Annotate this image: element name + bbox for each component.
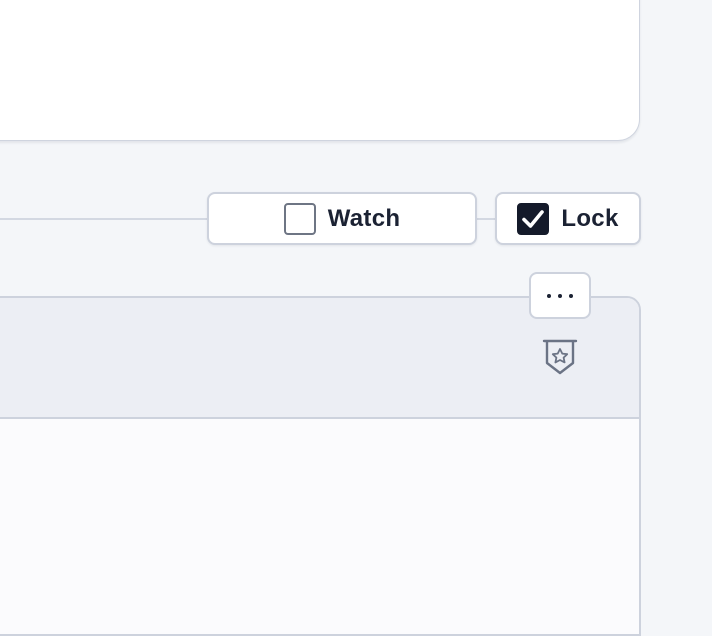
watch-label: Watch — [327, 204, 401, 232]
watch-checkbox[interactable] — [283, 202, 316, 235]
checkmark-icon — [522, 209, 545, 228]
lock-checkbox[interactable] — [517, 202, 550, 235]
top-card — [0, 0, 640, 141]
divider-line — [477, 218, 495, 220]
more-options-button[interactable] — [529, 272, 591, 319]
watch-toggle-button[interactable]: Watch — [207, 192, 477, 245]
lock-label: Lock — [561, 204, 619, 232]
more-horizontal-icon — [547, 293, 573, 298]
shield-star-icon — [542, 339, 578, 375]
lock-toggle-button[interactable]: Lock — [495, 192, 641, 245]
divider-line — [0, 218, 208, 220]
